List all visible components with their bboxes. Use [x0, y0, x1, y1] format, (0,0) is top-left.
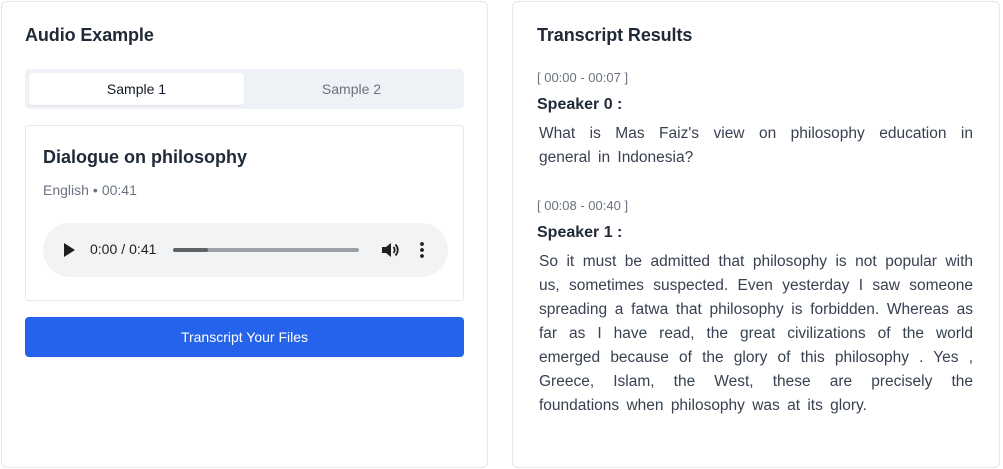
audio-example-panel: Audio Example Sample 1 Sample 2 Dialogue…	[1, 1, 488, 468]
time-display: 0:00 / 0:41	[90, 241, 156, 257]
sample-tabs: Sample 1 Sample 2	[25, 69, 464, 109]
transcript-segment: [ 00:08 - 00:40 ] Speaker 1 : So it must…	[537, 198, 977, 418]
time-divider: /	[121, 241, 126, 257]
segment-text: What is Mas Faiz's view on philosophy ed…	[539, 125, 973, 166]
meta-separator: •	[92, 182, 98, 198]
sample-meta: English • 00:41	[43, 182, 137, 198]
sample-language: English	[43, 182, 89, 198]
segment-timestamp: [ 00:00 - 00:07 ]	[537, 70, 629, 85]
segment-timestamp: [ 00:08 - 00:40 ]	[537, 198, 629, 213]
more-vert-icon[interactable]	[415, 240, 429, 260]
sample-title: Dialogue on philosophy	[43, 147, 247, 167]
audio-example-title: Audio Example	[25, 25, 154, 45]
tab-sample-2[interactable]: Sample 2	[244, 73, 459, 105]
segment-text: So it must be admitted that philosophy i…	[539, 253, 973, 414]
tab-sample-1[interactable]: Sample 1	[29, 73, 244, 105]
audio-player: 0:00 / 0:41	[43, 223, 448, 277]
volume-icon[interactable]	[380, 240, 400, 260]
transcript-files-button[interactable]: Transcript Your Files	[25, 317, 464, 357]
total-time: 0:41	[129, 241, 157, 257]
seek-bar[interactable]	[173, 248, 359, 252]
transcript-results-title: Transcript Results	[537, 25, 693, 45]
transcript-results-panel: Transcript Results [ 00:00 - 00:07 ] Spe…	[512, 1, 1000, 468]
transcript-segment: [ 00:00 - 00:07 ] Speaker 0 : What is Ma…	[537, 70, 977, 170]
segment-speaker: Speaker 1 :	[537, 224, 623, 241]
segment-speaker: Speaker 0 :	[537, 96, 623, 113]
current-time: 0:00	[90, 241, 118, 257]
play-icon[interactable]	[61, 241, 77, 259]
sample-card: Dialogue on philosophy English • 00:41 0…	[25, 125, 464, 301]
seek-bar-progress	[173, 248, 209, 252]
sample-duration: 00:41	[101, 182, 137, 198]
